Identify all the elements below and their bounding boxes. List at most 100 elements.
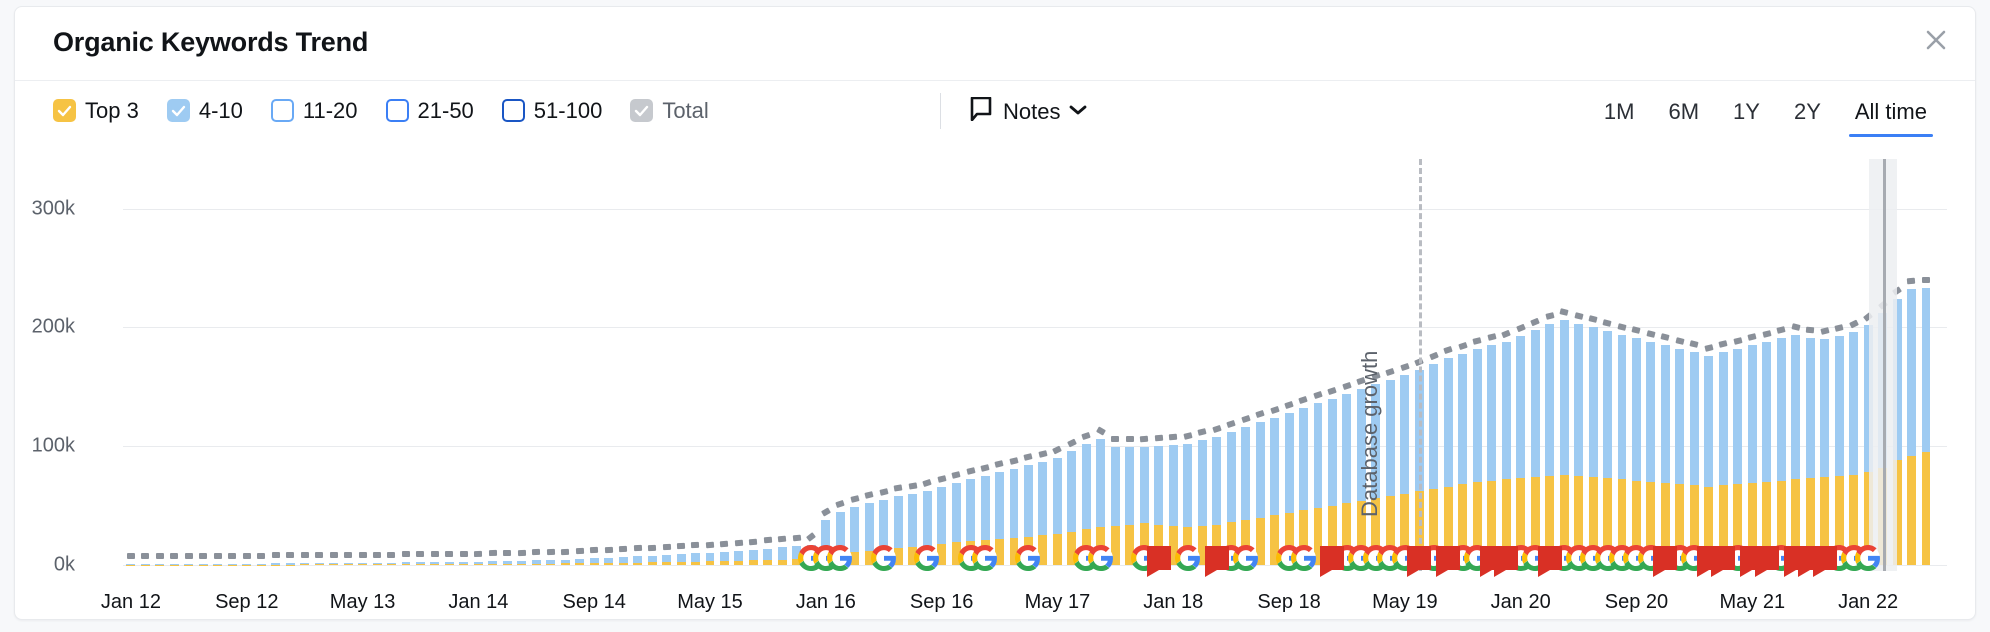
bar-column[interactable]	[1458, 354, 1467, 565]
bar-column[interactable]	[1285, 413, 1294, 565]
bar-column[interactable]	[1922, 288, 1931, 565]
toolbar-divider	[940, 93, 941, 129]
legend-label-4-10: 4-10	[199, 100, 243, 122]
bar-column[interactable]	[1487, 345, 1496, 565]
bar-column[interactable]	[1907, 289, 1916, 565]
google-g-icon[interactable]	[1291, 545, 1317, 571]
bar-column[interactable]	[1719, 352, 1728, 565]
range-button-2y[interactable]: 2Y	[1782, 95, 1833, 137]
bar-column[interactable]	[1777, 338, 1786, 565]
x-axis-tick: May 15	[677, 591, 743, 614]
bar-column[interactable]	[1704, 356, 1713, 565]
bar-column[interactable]	[1806, 338, 1815, 565]
legend-item-11-20[interactable]: 11-20	[271, 99, 358, 122]
chart-toolbar: Top 3 4-10 11-20 21-50 51-100 Total Notes 1M6…	[15, 81, 1975, 153]
checkbox-51-100[interactable]	[502, 99, 525, 122]
note-flag-marker[interactable]	[1813, 546, 1837, 570]
x-axis-tick: Jan 16	[796, 591, 856, 614]
bar-column[interactable]	[1632, 338, 1641, 565]
google-g-icon[interactable]	[1233, 545, 1259, 571]
bar-column[interactable]	[1256, 422, 1265, 565]
bar-column[interactable]	[1589, 327, 1598, 565]
page-title: Organic Keywords Trend	[53, 27, 368, 58]
google-g-icon[interactable]	[1175, 545, 1201, 571]
legend-item-total[interactable]: Total	[630, 99, 708, 122]
bar-column[interactable]	[1849, 332, 1858, 565]
bar-column[interactable]	[1835, 336, 1844, 565]
bar-column[interactable]	[1646, 342, 1655, 565]
google-g-icon[interactable]	[1088, 545, 1114, 571]
bar-column[interactable]	[1690, 352, 1699, 565]
bar-column[interactable]	[1502, 342, 1511, 565]
note-flag-marker[interactable]	[1407, 546, 1431, 570]
note-flag-marker[interactable]	[1653, 546, 1677, 570]
checkbox-4-10[interactable]	[167, 99, 190, 122]
bar-column[interactable]	[1560, 320, 1569, 565]
bar-column[interactable]	[1342, 394, 1351, 565]
range-button-1m[interactable]: 1M	[1592, 95, 1647, 137]
x-axis-tick: Jan 18	[1143, 591, 1203, 614]
bar-column[interactable]	[1733, 349, 1742, 565]
notes-dropdown[interactable]: Notes	[970, 97, 1087, 126]
bar-column[interactable]	[1661, 345, 1670, 565]
google-g-icon[interactable]	[1855, 545, 1881, 571]
bar-column[interactable]	[1791, 335, 1800, 565]
bar-column[interactable]	[1762, 342, 1771, 565]
note-flag-marker[interactable]	[1320, 546, 1344, 570]
range-button-6m[interactable]: 6M	[1656, 95, 1711, 137]
note-flag-marker[interactable]	[1205, 546, 1229, 570]
legend-item-51-100[interactable]: 51-100	[502, 99, 603, 122]
google-g-icon[interactable]	[827, 545, 853, 571]
x-axis-tick: Sep 20	[1605, 591, 1668, 614]
google-g-icon[interactable]	[1015, 545, 1041, 571]
bar-column[interactable]	[1574, 324, 1583, 565]
legend-item-top-3[interactable]: Top 3	[53, 99, 139, 122]
legend-item-21-50[interactable]: 21-50	[386, 99, 474, 122]
bar-column[interactable]	[1299, 408, 1308, 565]
bar-column[interactable]	[1314, 403, 1323, 565]
close-button[interactable]	[1919, 23, 1953, 57]
note-flag-marker[interactable]	[1147, 546, 1171, 570]
bar-column[interactable]	[1400, 375, 1409, 565]
note-flag-marker[interactable]	[1436, 546, 1460, 570]
bar-column[interactable]	[1618, 335, 1627, 565]
x-axis-tick: May 17	[1025, 591, 1091, 614]
bar-column[interactable]	[1270, 418, 1279, 565]
note-flag-marker[interactable]	[1711, 546, 1735, 570]
checkbox-total[interactable]	[630, 99, 653, 122]
card-header: Organic Keywords Trend	[15, 7, 1975, 81]
note-flag-marker[interactable]	[1755, 546, 1779, 570]
legend-item-4-10[interactable]: 4-10	[167, 99, 243, 122]
bar-column[interactable]	[1444, 358, 1453, 565]
bar-column[interactable]	[1748, 345, 1757, 565]
bar-column[interactable]	[1545, 324, 1554, 565]
x-axis-tick: Sep 12	[215, 591, 278, 614]
checkbox-21-50[interactable]	[386, 99, 409, 122]
bar-column[interactable]	[1531, 330, 1540, 565]
google-g-icon[interactable]	[972, 545, 998, 571]
legend-label-top-3: Top 3	[85, 100, 139, 122]
bar-column[interactable]	[1473, 349, 1482, 565]
note-flag-marker[interactable]	[1494, 546, 1518, 570]
close-icon	[1925, 29, 1947, 51]
bar-column[interactable]	[1603, 331, 1612, 565]
note-flag-icon	[970, 97, 992, 126]
x-axis-tick: Sep 14	[562, 591, 625, 614]
legend-label-21-50: 21-50	[418, 100, 474, 122]
bar-column[interactable]	[1386, 380, 1395, 565]
range-button-1y[interactable]: 1Y	[1721, 95, 1772, 137]
bar-column[interactable]	[1820, 339, 1829, 565]
legend-label-51-100: 51-100	[534, 100, 603, 122]
bar-column[interactable]	[1516, 336, 1525, 565]
google-g-icon[interactable]	[871, 545, 897, 571]
bar-column[interactable]	[1675, 349, 1684, 565]
google-g-icon[interactable]	[914, 545, 940, 571]
checkbox-11-20[interactable]	[271, 99, 294, 122]
note-flag-marker[interactable]	[1538, 546, 1562, 570]
range-button-all-time[interactable]: All time	[1843, 95, 1939, 137]
bar-column[interactable]	[1328, 399, 1337, 565]
chevron-down-icon	[1069, 103, 1087, 121]
database-growth-label: Database growth	[1357, 351, 1383, 517]
bar-column[interactable]	[1429, 364, 1438, 565]
checkbox-top-3[interactable]	[53, 99, 76, 122]
